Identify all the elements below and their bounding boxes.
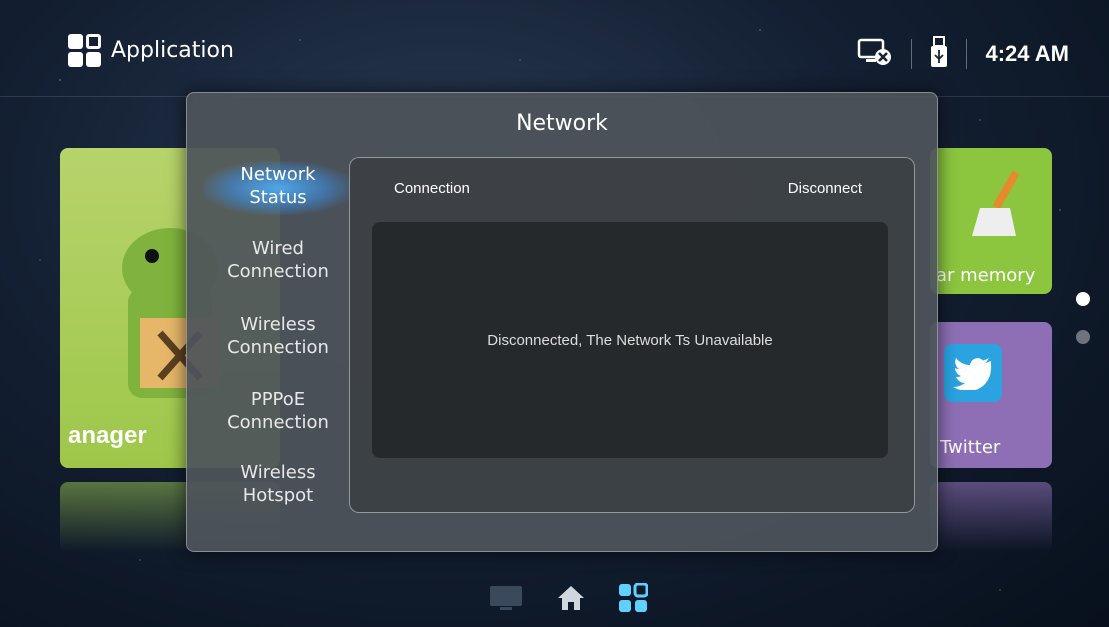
menu-item-label: Connection (227, 261, 329, 282)
menu-item-label: Status (249, 187, 307, 208)
menu-item-label: Hotspot (242, 485, 314, 506)
app-header[interactable]: Application (68, 34, 234, 67)
apps-icon[interactable] (618, 582, 649, 617)
status-box: Disconnected, The Network Ts Unavailable (372, 222, 888, 458)
menu-item-label: Connection (227, 412, 329, 433)
divider (911, 39, 913, 69)
clock: 4:24 AM (985, 41, 1069, 66)
status-area: 4:24 AM (857, 36, 1069, 72)
menu-item-label: Connection (227, 337, 329, 358)
twitter-bird-icon (944, 344, 1002, 402)
page-indicator-active[interactable] (1076, 292, 1090, 306)
tile-label: Twitter (940, 437, 1001, 458)
network-disconnected-icon (857, 37, 893, 71)
broom-icon (972, 170, 1020, 236)
network-dialog: Network Network Status Wired Connection … (186, 92, 938, 552)
menu-item-label: Network (240, 164, 316, 185)
network-status-panel: Connection Disconnect Disconnected, The … (349, 157, 915, 513)
tv-icon[interactable] (488, 584, 524, 616)
tile-label: anager (68, 422, 147, 449)
status-message: Disconnected, The Network Ts Unavailable (487, 331, 773, 349)
home-icon[interactable] (556, 584, 586, 616)
top-bar: Application 4:24 AM (0, 0, 1109, 97)
menu-item-wireless-connection[interactable]: Wireless Connection (203, 313, 353, 359)
menu-item-pppoe-connection[interactable]: PPPoE Connection (203, 388, 353, 434)
menu-item-label: Wireless (240, 462, 316, 483)
disconnect-button[interactable]: Disconnect (788, 180, 862, 197)
dialog-title: Network (516, 111, 608, 136)
menu-item-label: Wired (252, 238, 304, 259)
divider (966, 39, 968, 69)
usb-icon (930, 36, 948, 72)
twitter-tile[interactable]: Twitter (930, 322, 1052, 468)
apps-grid-icon (68, 34, 101, 67)
menu-item-wired-connection[interactable]: Wired Connection (203, 237, 353, 283)
connection-label: Connection (394, 180, 470, 197)
menu-item-label: PPPoE (250, 389, 306, 410)
clear-memory-tile[interactable]: ar memory (930, 148, 1052, 294)
menu-item-label: Wireless (240, 314, 316, 335)
menu-item-network-status[interactable]: Network Status (203, 161, 353, 215)
tile-label: ar memory (936, 265, 1036, 286)
tile-reflection (930, 482, 1052, 552)
page-indicator[interactable] (1076, 330, 1090, 344)
app-title: Application (111, 38, 234, 63)
bottom-nav (488, 582, 649, 617)
menu-item-wireless-hotspot[interactable]: Wireless Hotspot (203, 461, 353, 507)
